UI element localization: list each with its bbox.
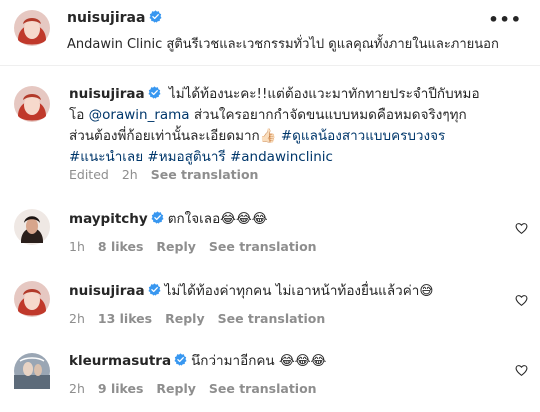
comment-body: ตกใจเลอ😂😂😂 — [167, 211, 268, 227]
verified-badge-icon — [148, 86, 161, 99]
caption-time[interactable]: 2h — [122, 167, 138, 182]
post-header: nuisujiraa Andawin Clinic สูตินรีเวชและเ… — [0, 0, 540, 66]
see-translation-button[interactable]: See translation — [209, 381, 317, 396]
see-translation-button[interactable]: See translation — [151, 167, 259, 182]
comment-meta: 2h 9 likes Reply See translation — [69, 381, 330, 396]
comment-meta: 1h 8 likes Reply See translation — [69, 239, 330, 254]
post-bio: Andawin Clinic สูตินรีเวชและเวชกรรมทั่วไ… — [67, 37, 499, 52]
post-username[interactable]: nuisujiraa — [67, 10, 166, 26]
avatar[interactable] — [14, 281, 50, 317]
see-translation-button[interactable]: See translation — [218, 311, 326, 326]
divider — [0, 65, 540, 66]
verified-badge-icon — [148, 283, 161, 296]
see-translation-button[interactable]: See translation — [209, 239, 317, 254]
reply-button[interactable]: Reply — [165, 311, 204, 326]
avatar[interactable] — [14, 353, 50, 389]
heart-icon[interactable] — [515, 294, 528, 307]
verified-badge-icon — [149, 10, 162, 23]
comment-text: maypitchy ตกใจเลอ😂😂😂 — [69, 209, 489, 230]
comment-text: nuisujiraa ไม่ได้ท้องค่าทุกคน ไม่เอาหน้าท… — [69, 281, 489, 302]
likes-count[interactable]: 13 likes — [98, 311, 152, 326]
heart-icon[interactable] — [515, 222, 528, 235]
likes-count[interactable]: 9 likes — [98, 381, 144, 396]
mention-link[interactable]: @orawin_rama — [89, 107, 190, 123]
avatar[interactable] — [14, 86, 50, 122]
reply-button[interactable]: Reply — [156, 381, 195, 396]
comment-username[interactable]: nuisujiraa — [69, 283, 145, 299]
comment-text: kleurmasutra นึกว่ามาอีกคน 😂😂😂 — [69, 351, 489, 372]
more-options-icon[interactable]: ••• — [488, 10, 522, 29]
comment-item: kleurmasutra นึกว่ามาอีกคน 😂😂😂 2h 9 likes R… — [0, 347, 540, 403]
comment-meta: 2h 13 likes Reply See translation — [69, 311, 338, 326]
caption: nuisujiraa ไม่ได้ท้องนะคะ!!แต่ต้องแวะมาท… — [0, 80, 540, 190]
comment-username[interactable]: kleurmasutra — [69, 353, 171, 369]
avatar[interactable] — [14, 209, 50, 245]
verified-badge-icon — [151, 211, 164, 224]
comment-item: nuisujiraa ไม่ได้ท้องค่าทุกคน ไม่เอาหน้าท… — [0, 275, 540, 331]
heart-icon[interactable] — [515, 364, 528, 377]
caption-text: nuisujiraa ไม่ได้ท้องนะคะ!!แต่ต้องแวะมาท… — [69, 84, 489, 168]
comment-body: ไม่ได้ท้องค่าทุกคน ไม่เอาหน้าท้องยื่นแล้… — [164, 283, 434, 299]
comment-time[interactable]: 2h — [69, 381, 85, 396]
comment-username[interactable]: maypitchy — [69, 211, 148, 227]
comment-time[interactable]: 2h — [69, 311, 85, 326]
edited-label: Edited — [69, 167, 109, 182]
caption-username[interactable]: nuisujiraa — [69, 86, 145, 102]
avatar[interactable] — [14, 10, 50, 46]
comment-time[interactable]: 1h — [69, 239, 85, 254]
comment-item: maypitchy ตกใจเลอ😂😂😂 1h 8 likes Reply See tr… — [0, 203, 540, 259]
reply-button[interactable]: Reply — [156, 239, 195, 254]
caption-meta: Edited 2h See translation — [69, 167, 271, 182]
verified-badge-icon — [174, 353, 187, 366]
likes-count[interactable]: 8 likes — [98, 239, 144, 254]
comment-body: นึกว่ามาอีกคน 😂😂😂 — [191, 353, 327, 369]
